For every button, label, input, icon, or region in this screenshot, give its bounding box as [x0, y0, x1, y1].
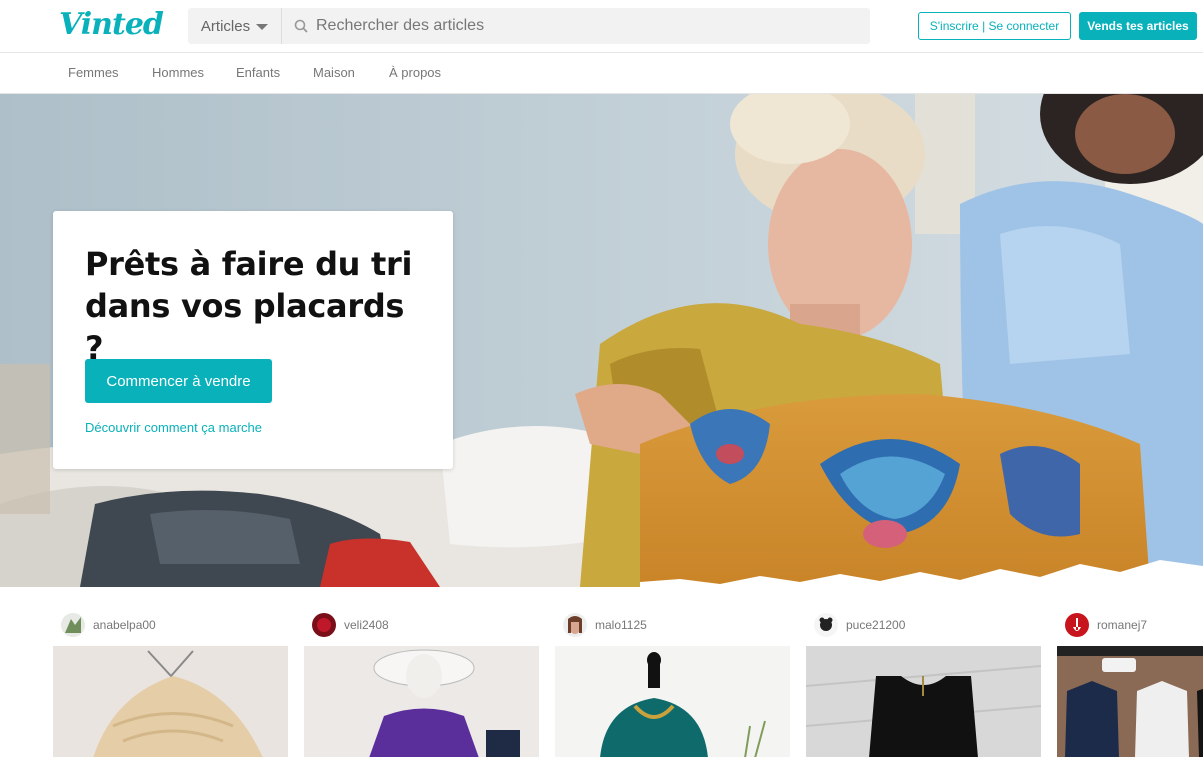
owner-name: romanej7 — [1097, 618, 1148, 632]
search-bar: Articles — [188, 8, 870, 44]
how-it-works-link[interactable]: Découvrir comment ça marche — [85, 420, 262, 435]
item-owner[interactable]: malo1125 — [563, 613, 647, 637]
item-owner[interactable]: veli2408 — [312, 613, 389, 637]
hero-banner: Prêts à faire du tri dans vos placards ?… — [0, 94, 1203, 587]
category-nav: Femmes Hommes Enfants Maison À propos — [0, 53, 1203, 94]
item-photo[interactable] — [53, 646, 288, 757]
login-signup-button[interactable]: S'inscrire | Se connecter — [918, 12, 1071, 40]
nav-item-enfants[interactable]: Enfants — [236, 65, 280, 80]
avatar — [563, 613, 587, 637]
item-photo[interactable] — [555, 646, 790, 757]
search-category-dropdown[interactable]: Articles — [188, 8, 282, 44]
avatar — [312, 613, 336, 637]
item-photo[interactable] — [806, 646, 1041, 757]
item-card: romanej7 — [1057, 587, 1203, 757]
top-header: Vinted Articles S'inscrire | Se connecte… — [0, 0, 1203, 53]
vinted-logo[interactable]: Vinted — [59, 7, 164, 42]
owner-name: puce21200 — [846, 618, 906, 632]
hero-title: Prêts à faire du tri dans vos placards ? — [85, 245, 413, 367]
item-card: puce21200 — [806, 587, 1041, 757]
item-photo[interactable] — [304, 646, 539, 757]
avatar — [1065, 613, 1089, 637]
nav-item-hommes[interactable]: Hommes — [152, 65, 204, 80]
item-owner[interactable]: puce21200 — [814, 613, 905, 637]
item-card: anabelpa00 — [53, 587, 288, 757]
item-card: veli2408 — [304, 587, 539, 757]
chevron-down-icon — [256, 24, 269, 30]
search-input[interactable] — [316, 17, 870, 35]
avatar — [61, 613, 85, 637]
item-feed: anabelpa00 veli2408 malo1125 puce21200 r… — [0, 587, 1203, 757]
owner-name: veli2408 — [344, 618, 389, 632]
search-icon — [294, 19, 308, 33]
sell-items-button[interactable]: Vends tes articles — [1079, 12, 1197, 40]
search-category-label: Articles — [200, 17, 251, 35]
nav-item-femmes[interactable]: Femmes — [68, 65, 119, 80]
item-owner[interactable]: romanej7 — [1065, 613, 1147, 637]
hero-card: Prêts à faire du tri dans vos placards ?… — [53, 211, 453, 469]
start-selling-button[interactable]: Commencer à vendre — [85, 359, 272, 403]
item-photo[interactable] — [1057, 646, 1203, 757]
item-owner[interactable]: anabelpa00 — [61, 613, 156, 637]
avatar — [814, 613, 838, 637]
nav-item-maison[interactable]: Maison — [313, 65, 355, 80]
owner-name: malo1125 — [595, 618, 647, 632]
owner-name: anabelpa00 — [93, 618, 156, 632]
search-field — [282, 8, 870, 44]
nav-item-a-propos[interactable]: À propos — [389, 65, 441, 80]
item-card: malo1125 — [555, 587, 790, 757]
